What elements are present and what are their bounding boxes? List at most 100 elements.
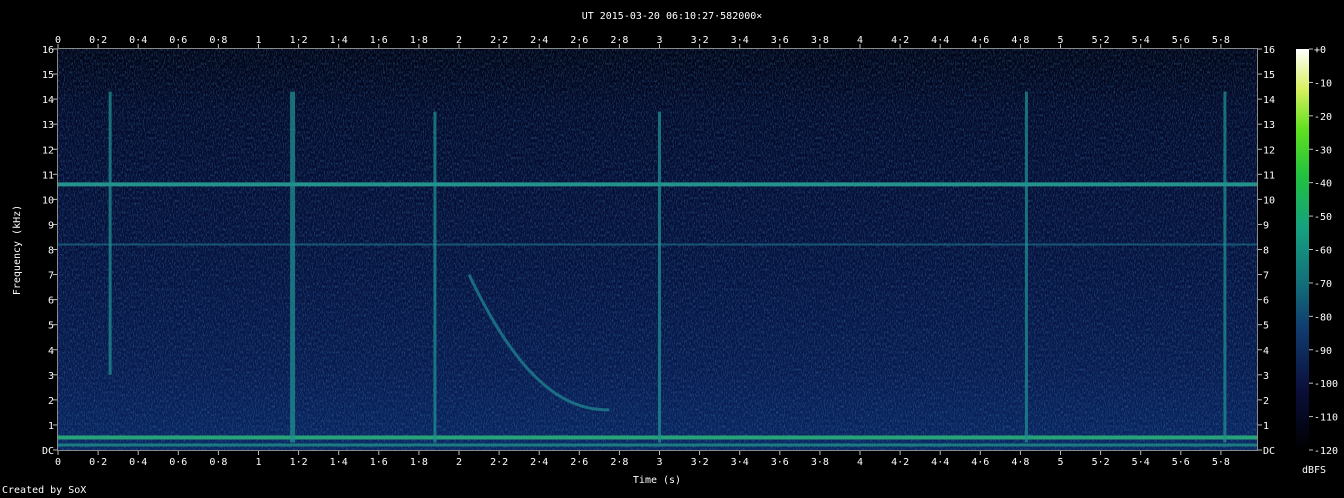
y-tick-label-right: DC xyxy=(1263,446,1275,457)
x-tick-label-bottom: 3 xyxy=(656,457,662,468)
x-tick-label-top: 1·8 xyxy=(410,35,428,46)
colorbar-tick-label: -20 xyxy=(1314,112,1332,123)
colorbar-tick-label: -120 xyxy=(1314,446,1338,457)
x-tick-label-top: 2·8 xyxy=(610,35,628,46)
y-tick-label-right: 1 xyxy=(1263,421,1269,432)
x-tick-label-top: 3·8 xyxy=(811,35,829,46)
y-tick-label-left: 10 xyxy=(42,195,54,206)
y-tick-label-right: 8 xyxy=(1263,246,1269,257)
y-tick-label-right: 9 xyxy=(1263,220,1269,231)
colorbar-tick-label: -50 xyxy=(1314,212,1332,223)
x-ticks-top: 0 0·2 0·4 0·6 0·8 1 1·2 1·4 1·6 1·8 2 2·2 2·4 2·6 2·8 3… xyxy=(55,35,1230,48)
x-tick-label-bottom: 2·4 xyxy=(530,457,548,468)
y-tick-label-right: 6 xyxy=(1263,296,1269,307)
x-tick-label-top: 4 xyxy=(857,35,863,46)
x-tick-label-top: 4·4 xyxy=(931,35,949,46)
x-tick-label-top: 3 xyxy=(656,35,662,46)
x-tick-label-top: 5·6 xyxy=(1172,35,1190,46)
y-tick-label-left: 2 xyxy=(48,396,54,407)
x-tick-label-top: 5 xyxy=(1057,35,1063,46)
y-tick-label-left: 3 xyxy=(48,371,54,382)
x-tick-label-bottom: 5·8 xyxy=(1212,457,1230,468)
x-tick-label-bottom: 0·4 xyxy=(129,457,147,468)
x-tick-label-top: 5·2 xyxy=(1092,35,1110,46)
y-tick-label-left: DC xyxy=(42,446,54,457)
y-ticks-left: DC12345678910111213141516 xyxy=(42,45,57,457)
x-tick-label-bottom: 4 xyxy=(857,457,863,468)
x-tick-label-top: 4·6 xyxy=(971,35,989,46)
colorbar-tick-label: -10 xyxy=(1314,78,1332,89)
y-tick-label-left: 7 xyxy=(48,271,54,282)
y-tick-label-right: 10 xyxy=(1263,195,1275,206)
y-tick-label-right: 7 xyxy=(1263,271,1269,282)
x-tick-label-bottom: 0 xyxy=(55,457,61,468)
y-tick-label-right: 12 xyxy=(1263,145,1275,156)
x-tick-label-top: 5·8 xyxy=(1212,35,1230,46)
y-tick-label-left: 12 xyxy=(42,145,54,156)
x-tick-label-bottom: 4·2 xyxy=(891,457,909,468)
x-tick-label-bottom: 1·4 xyxy=(330,457,348,468)
x-tick-label-top: 2·4 xyxy=(530,35,548,46)
y-tick-label-left: 13 xyxy=(42,120,54,131)
y-tick-label-right: 11 xyxy=(1263,170,1275,181)
colorbar-tick-label: -40 xyxy=(1314,179,1332,190)
y-tick-label-left: 5 xyxy=(48,321,54,332)
y-tick-label-left: 4 xyxy=(48,346,54,357)
y-tick-label-left: 1 xyxy=(48,421,54,432)
x-tick-label-top: 3·6 xyxy=(771,35,789,46)
x-tick-label-bottom: 5·4 xyxy=(1132,457,1150,468)
x-tick-label-top: 0·6 xyxy=(169,35,187,46)
x-tick-label-bottom: 5 xyxy=(1057,457,1063,468)
x-tick-label-bottom: 5·6 xyxy=(1172,457,1190,468)
y-tick-label-left: 8 xyxy=(48,246,54,257)
colorbar-tick-label: -60 xyxy=(1314,246,1332,257)
x-tick-label-bottom: 1·6 xyxy=(370,457,388,468)
x-tick-label-top: 0 xyxy=(55,35,61,46)
y-ticks-right: DC12345678910111213141516 xyxy=(1258,45,1275,457)
x-tick-label-top: 4·2 xyxy=(891,35,909,46)
colorbar-tick-label: -70 xyxy=(1314,279,1332,290)
x-tick-label-top: 3·2 xyxy=(691,35,709,46)
x-tick-label-top: 1·2 xyxy=(290,35,308,46)
x-tick-label-bottom: 4·6 xyxy=(971,457,989,468)
colorbar-tick-label: -100 xyxy=(1314,379,1338,390)
x-tick-label-bottom: 3·2 xyxy=(691,457,709,468)
x-tick-label-top: 4·8 xyxy=(1011,35,1029,46)
y-tick-label-right: 2 xyxy=(1263,396,1269,407)
x-tick-label-bottom: 4·4 xyxy=(931,457,949,468)
x-tick-label-top: 0·8 xyxy=(209,35,227,46)
spectrogram-figure: UT 2015-03-20 06:10:27·582000× 0 0·2 0·4 0·… xyxy=(12,11,1338,486)
y-tick-label-right: 16 xyxy=(1263,45,1275,56)
x-tick-label-top: 2·6 xyxy=(570,35,588,46)
colorbar-tick-label: -110 xyxy=(1314,413,1338,424)
y-tick-label-left: 15 xyxy=(42,70,54,81)
y-tick-label-right: 14 xyxy=(1263,95,1275,106)
colorbar-tick-label: -30 xyxy=(1314,145,1332,156)
y-tick-label-right: 4 xyxy=(1263,346,1269,357)
x-tick-label-bottom: 3·6 xyxy=(771,457,789,468)
colorbar-tick-label: -90 xyxy=(1314,346,1332,357)
y-tick-label-right: 13 xyxy=(1263,120,1275,131)
colorbar-ticks: +0 -10 -20 -30 -40 -50 -60 -70 -80 -90 -100 -110 -12… xyxy=(1309,45,1338,457)
x-tick-label-bottom: 0·8 xyxy=(209,457,227,468)
x-tick-label-bottom: 4·8 xyxy=(1011,457,1029,468)
x-tick-label-bottom: 1·8 xyxy=(410,457,428,468)
x-tick-label-bottom: 2 xyxy=(456,457,462,468)
x-tick-label-top: 0·4 xyxy=(129,35,147,46)
x-tick-label-top: 5·4 xyxy=(1132,35,1150,46)
y-tick-label-left: 11 xyxy=(42,170,54,181)
spectrogram-noise xyxy=(58,49,1257,450)
x-tick-label-bottom: 2·8 xyxy=(610,457,628,468)
x-tick-label-bottom: 2·2 xyxy=(490,457,508,468)
y-tick-label-left: 16 xyxy=(42,45,54,56)
colorbar-gradient xyxy=(1296,49,1309,450)
y-tick-label-left: 9 xyxy=(48,220,54,231)
x-tick-label-bottom: 1·2 xyxy=(290,457,308,468)
y-axis-label: Frequency (kHz) xyxy=(12,205,23,295)
colorbar: +0 -10 -20 -30 -40 -50 -60 -70 -80 -90 -100 -110 -12… xyxy=(1296,45,1338,476)
y-tick-label-left: 14 xyxy=(42,95,54,106)
x-tick-label-bottom: 3·8 xyxy=(811,457,829,468)
x-ticks-bottom: 0 0·2 0·4 0·6 0·8 1 1·2 1·4 1·6 1·8 2 2·2 2·4 2·6 2·8 3… xyxy=(55,451,1230,468)
colorbar-tick-label: -80 xyxy=(1314,312,1332,323)
x-tick-label-bottom: 1 xyxy=(255,457,261,468)
